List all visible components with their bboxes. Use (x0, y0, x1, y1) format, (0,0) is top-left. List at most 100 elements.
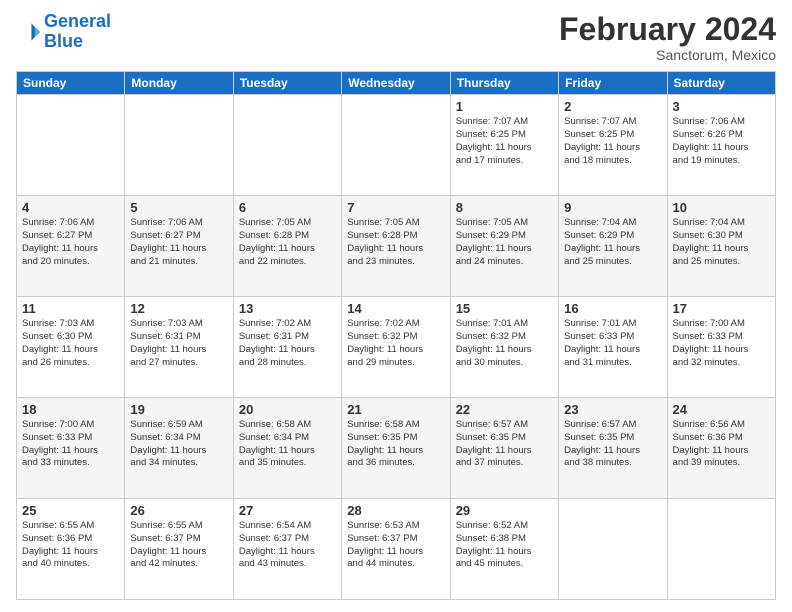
day-cell (342, 95, 450, 196)
day-cell: 22 Sunrise: 6:57 AM Sunset: 6:35 PM Dayli… (450, 398, 558, 499)
day-number: 7 (347, 200, 444, 215)
day-number: 18 (22, 402, 119, 417)
day-info: Sunrise: 7:05 AM Sunset: 6:29 PM Dayligh… (456, 217, 553, 268)
day-cell (233, 95, 341, 196)
col-header-friday: Friday (559, 72, 667, 95)
week-row-3: 18 Sunrise: 7:00 AM Sunset: 6:33 PM Dayli… (17, 398, 776, 499)
day-info: Sunrise: 6:56 AM Sunset: 6:36 PM Dayligh… (673, 419, 770, 470)
title-block: February 2024 Sanctorum, Mexico (559, 12, 776, 63)
day-info: Sunrise: 7:07 AM Sunset: 6:25 PM Dayligh… (564, 116, 661, 167)
day-number: 21 (347, 402, 444, 417)
week-row-2: 11 Sunrise: 7:03 AM Sunset: 6:30 PM Dayli… (17, 297, 776, 398)
week-row-1: 4 Sunrise: 7:06 AM Sunset: 6:27 PM Daylig… (17, 196, 776, 297)
day-number: 28 (347, 503, 444, 518)
col-header-monday: Monday (125, 72, 233, 95)
day-cell: 25 Sunrise: 6:55 AM Sunset: 6:36 PM Dayli… (17, 499, 125, 600)
day-cell: 14Sunrise: 7:02 AM Sunset: 6:32 PM Dayli… (342, 297, 450, 398)
day-info: Sunrise: 7:05 AM Sunset: 6:28 PM Dayligh… (239, 217, 336, 268)
page: General Blue February 2024 Sanctorum, Me… (0, 0, 792, 612)
day-number: 23 (564, 402, 661, 417)
day-number: 20 (239, 402, 336, 417)
day-info: Sunrise: 7:04 AM Sunset: 6:29 PM Dayligh… (564, 217, 661, 268)
day-cell: 27Sunrise: 6:54 AM Sunset: 6:37 PM Dayli… (233, 499, 341, 600)
day-info: Sunrise: 6:58 AM Sunset: 6:35 PM Dayligh… (347, 419, 444, 470)
day-number: 10 (673, 200, 770, 215)
day-info: Sunrise: 7:00 AM Sunset: 6:33 PM Dayligh… (22, 419, 119, 470)
day-cell: 9 Sunrise: 7:04 AM Sunset: 6:29 PM Daylig… (559, 196, 667, 297)
day-number: 2 (564, 99, 661, 114)
day-number: 19 (130, 402, 227, 417)
day-number: 11 (22, 301, 119, 316)
logo-general: General (44, 11, 111, 31)
calendar-header: SundayMondayTuesdayWednesdayThursdayFrid… (17, 72, 776, 95)
day-cell: 16 Sunrise: 7:01 AM Sunset: 6:33 PM Dayli… (559, 297, 667, 398)
col-header-wednesday: Wednesday (342, 72, 450, 95)
day-cell: 21 Sunrise: 6:58 AM Sunset: 6:35 PM Dayli… (342, 398, 450, 499)
logo-blue: Blue (44, 32, 111, 52)
day-cell (17, 95, 125, 196)
day-info: Sunrise: 7:01 AM Sunset: 6:32 PM Dayligh… (456, 318, 553, 369)
header: General Blue February 2024 Sanctorum, Me… (16, 12, 776, 63)
col-header-thursday: Thursday (450, 72, 558, 95)
col-header-sunday: Sunday (17, 72, 125, 95)
day-info: Sunrise: 7:04 AM Sunset: 6:30 PM Dayligh… (673, 217, 770, 268)
day-info: Sunrise: 6:55 AM Sunset: 6:36 PM Dayligh… (22, 520, 119, 571)
day-number: 17 (673, 301, 770, 316)
day-cell: 19 Sunrise: 6:59 AM Sunset: 6:34 PM Dayli… (125, 398, 233, 499)
day-cell: 11 Sunrise: 7:03 AM Sunset: 6:30 PM Dayli… (17, 297, 125, 398)
day-info: Sunrise: 7:01 AM Sunset: 6:33 PM Dayligh… (564, 318, 661, 369)
day-cell: 24 Sunrise: 6:56 AM Sunset: 6:36 PM Dayli… (667, 398, 775, 499)
day-number: 9 (564, 200, 661, 215)
day-number: 8 (456, 200, 553, 215)
day-number: 29 (456, 503, 553, 518)
day-cell: 12Sunrise: 7:03 AM Sunset: 6:31 PM Dayli… (125, 297, 233, 398)
day-number: 3 (673, 99, 770, 114)
day-number: 15 (456, 301, 553, 316)
day-info: Sunrise: 7:06 AM Sunset: 6:27 PM Dayligh… (130, 217, 227, 268)
day-cell: 18 Sunrise: 7:00 AM Sunset: 6:33 PM Dayli… (17, 398, 125, 499)
col-header-tuesday: Tuesday (233, 72, 341, 95)
day-info: Sunrise: 7:02 AM Sunset: 6:31 PM Dayligh… (239, 318, 336, 369)
header-row: SundayMondayTuesdayWednesdayThursdayFrid… (17, 72, 776, 95)
calendar-table: SundayMondayTuesdayWednesdayThursdayFrid… (16, 71, 776, 600)
day-number: 4 (22, 200, 119, 215)
day-info: Sunrise: 6:59 AM Sunset: 6:34 PM Dayligh… (130, 419, 227, 470)
day-number: 16 (564, 301, 661, 316)
day-cell: 4 Sunrise: 7:06 AM Sunset: 6:27 PM Daylig… (17, 196, 125, 297)
day-cell: 20 Sunrise: 6:58 AM Sunset: 6:34 PM Dayli… (233, 398, 341, 499)
day-cell: 23 Sunrise: 6:57 AM Sunset: 6:35 PM Dayli… (559, 398, 667, 499)
day-info: Sunrise: 6:57 AM Sunset: 6:35 PM Dayligh… (456, 419, 553, 470)
day-info: Sunrise: 6:58 AM Sunset: 6:34 PM Dayligh… (239, 419, 336, 470)
logo: General Blue (16, 12, 111, 52)
day-info: Sunrise: 7:03 AM Sunset: 6:31 PM Dayligh… (130, 318, 227, 369)
day-cell: 29 Sunrise: 6:52 AM Sunset: 6:38 PM Dayli… (450, 499, 558, 600)
day-number: 14 (347, 301, 444, 316)
day-info: Sunrise: 7:06 AM Sunset: 6:26 PM Dayligh… (673, 116, 770, 167)
day-number: 25 (22, 503, 119, 518)
day-info: Sunrise: 6:52 AM Sunset: 6:38 PM Dayligh… (456, 520, 553, 571)
day-cell: 1 Sunrise: 7:07 AM Sunset: 6:25 PM Daylig… (450, 95, 558, 196)
day-info: Sunrise: 7:06 AM Sunset: 6:27 PM Dayligh… (22, 217, 119, 268)
day-number: 5 (130, 200, 227, 215)
subtitle: Sanctorum, Mexico (559, 47, 776, 63)
day-info: Sunrise: 7:03 AM Sunset: 6:30 PM Dayligh… (22, 318, 119, 369)
day-cell: 3 Sunrise: 7:06 AM Sunset: 6:26 PM Daylig… (667, 95, 775, 196)
day-info: Sunrise: 7:05 AM Sunset: 6:28 PM Dayligh… (347, 217, 444, 268)
day-cell (125, 95, 233, 196)
day-cell: 6Sunrise: 7:05 AM Sunset: 6:28 PM Daylig… (233, 196, 341, 297)
day-cell: 2 Sunrise: 7:07 AM Sunset: 6:25 PM Daylig… (559, 95, 667, 196)
day-number: 24 (673, 402, 770, 417)
day-cell (559, 499, 667, 600)
week-row-0: 1 Sunrise: 7:07 AM Sunset: 6:25 PM Daylig… (17, 95, 776, 196)
month-title: February 2024 (559, 12, 776, 47)
day-number: 1 (456, 99, 553, 114)
day-cell: 15 Sunrise: 7:01 AM Sunset: 6:32 PM Dayli… (450, 297, 558, 398)
day-number: 27 (239, 503, 336, 518)
day-number: 13 (239, 301, 336, 316)
day-info: Sunrise: 7:07 AM Sunset: 6:25 PM Dayligh… (456, 116, 553, 167)
day-cell: 17Sunrise: 7:00 AM Sunset: 6:33 PM Dayli… (667, 297, 775, 398)
day-cell: 7 Sunrise: 7:05 AM Sunset: 6:28 PM Daylig… (342, 196, 450, 297)
day-info: Sunrise: 6:57 AM Sunset: 6:35 PM Dayligh… (564, 419, 661, 470)
day-number: 22 (456, 402, 553, 417)
day-cell (667, 499, 775, 600)
